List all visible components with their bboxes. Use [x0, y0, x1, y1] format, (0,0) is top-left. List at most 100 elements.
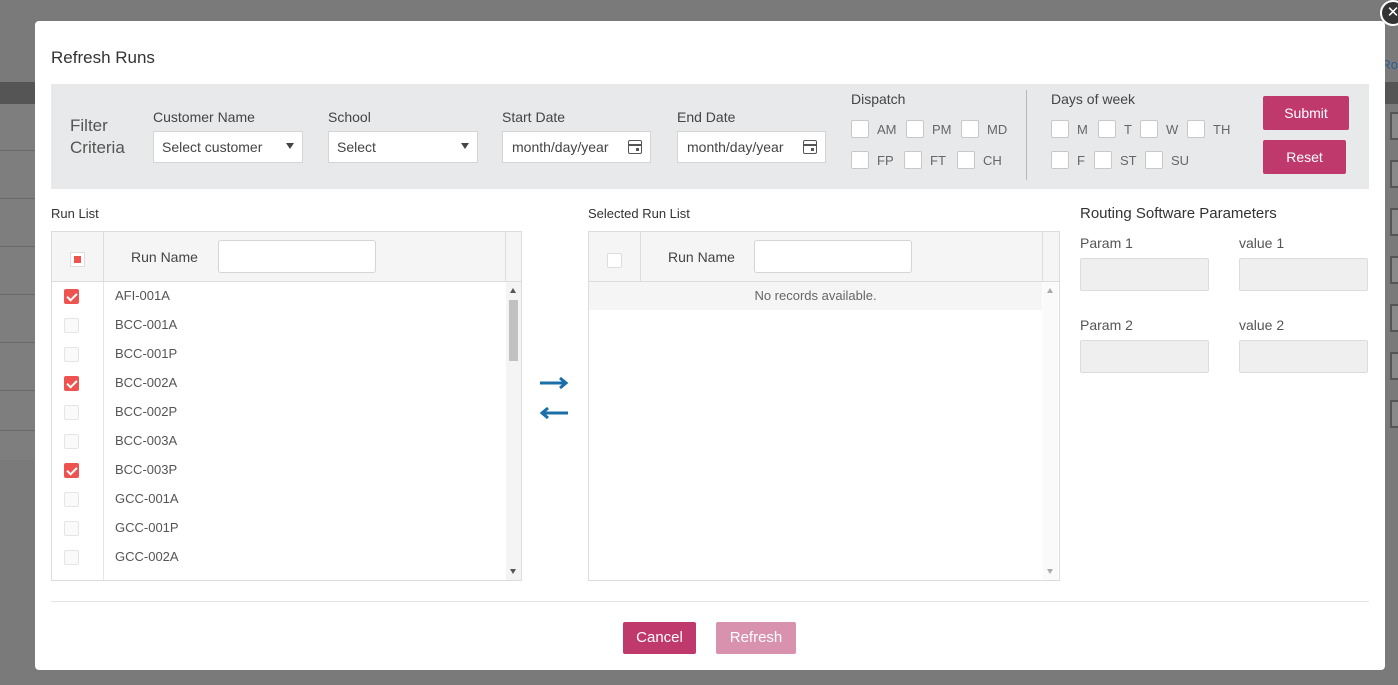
checkbox[interactable] [1051, 151, 1069, 169]
footer-divider [51, 601, 1369, 602]
checkbox[interactable] [1098, 120, 1116, 138]
partial-check-icon [74, 256, 81, 263]
background-row-button [1390, 304, 1398, 332]
start-date-placeholder: month/day/year [512, 139, 609, 155]
table-row[interactable]: BCC-001P [52, 340, 505, 369]
school-select[interactable]: Select [328, 131, 478, 163]
start-date-input[interactable]: month/day/year [502, 131, 651, 163]
selected-run-list-title: Selected Run List [588, 206, 690, 221]
table-row[interactable]: BCC-002P [52, 398, 505, 427]
table-row[interactable]: GCC-002A [52, 543, 505, 572]
dispatch-option-ft[interactable]: FT [904, 151, 946, 169]
day-option-f[interactable]: F [1051, 151, 1085, 169]
background-header-bar [0, 82, 40, 104]
row-checkbox[interactable] [64, 550, 79, 565]
scroll-down-icon[interactable] [1047, 569, 1053, 574]
reset-button[interactable]: Reset [1263, 140, 1346, 174]
row-checkbox[interactable] [64, 289, 79, 304]
submit-button[interactable]: Submit [1263, 96, 1349, 130]
cancel-button[interactable]: Cancel [623, 622, 696, 654]
value1-label: value 1 [1239, 235, 1285, 251]
row-checkbox[interactable] [64, 521, 79, 536]
background-table [0, 104, 36, 460]
refresh-button[interactable]: Refresh [716, 622, 796, 654]
checkbox[interactable] [1145, 151, 1163, 169]
scroll-thumb[interactable] [509, 300, 518, 361]
scroll-up-icon[interactable] [1047, 288, 1053, 293]
table-row[interactable]: BCC-003P [52, 456, 505, 485]
dispatch-option-ch[interactable]: CH [957, 151, 1002, 169]
table-row[interactable]: BCC-001A [52, 311, 505, 340]
dispatch-option-am[interactable]: AM [851, 120, 897, 138]
dispatch-label: Dispatch [851, 91, 906, 107]
selected-run-list-header: Run Name [589, 232, 1059, 282]
calendar-icon[interactable] [803, 140, 817, 154]
run-name-filter-input[interactable] [218, 240, 376, 273]
run-list-scrollbar[interactable] [506, 282, 521, 580]
day-option-m[interactable]: M [1051, 120, 1088, 138]
dispatch-option-label: FT [930, 152, 946, 168]
move-left-arrow-icon[interactable] [538, 406, 570, 420]
checkbox[interactable] [1187, 120, 1205, 138]
caret-down-icon [286, 143, 294, 149]
table-row[interactable]: GCC-001P [52, 514, 505, 543]
day-option-label: SU [1171, 152, 1190, 168]
day-option-t[interactable]: T [1098, 120, 1132, 138]
checkbox[interactable] [851, 151, 869, 169]
dispatch-option-fp[interactable]: FP [851, 151, 894, 169]
table-row[interactable]: BCC-003A [52, 427, 505, 456]
end-date-input[interactable]: month/day/year [677, 131, 826, 163]
day-option-w[interactable]: W [1140, 120, 1178, 138]
value1-field[interactable] [1239, 258, 1368, 291]
selected-run-list-scrollbar[interactable] [1043, 282, 1058, 580]
row-checkbox[interactable] [64, 347, 79, 362]
dispatch-option-pm[interactable]: PM [906, 120, 952, 138]
value2-field[interactable] [1239, 340, 1368, 373]
row-checkbox[interactable] [64, 434, 79, 449]
param1-field[interactable] [1080, 258, 1209, 291]
select-all-checkbox[interactable] [607, 253, 622, 268]
move-right-arrow-icon[interactable] [538, 376, 570, 390]
day-option-label: TH [1213, 121, 1231, 137]
start-date-label: Start Date [502, 109, 566, 125]
row-checkbox[interactable] [64, 492, 79, 507]
run-list-grid: Run Name AFI-001A BCC-001A BCC-001P BCC-002… [51, 231, 522, 581]
table-row[interactable]: GCC-001A [52, 485, 505, 514]
day-option-st[interactable]: ST [1094, 151, 1137, 169]
checkbox[interactable] [1140, 120, 1158, 138]
customer-select-value: Select customer [162, 139, 263, 155]
day-option-su[interactable]: SU [1145, 151, 1189, 169]
table-row[interactable]: BCC-002A [52, 369, 505, 398]
row-checkbox[interactable] [64, 463, 79, 478]
background-row-button [1390, 256, 1398, 284]
dialog-title: Refresh Runs [51, 48, 155, 67]
customer-select[interactable]: Select customer [153, 131, 303, 163]
scroll-down-icon[interactable] [510, 569, 516, 574]
day-option-label: ST [1120, 152, 1137, 168]
param1-label: Param 1 [1080, 235, 1133, 251]
checkbox[interactable] [1051, 120, 1069, 138]
run-name-cell: BCC-002P [115, 404, 178, 419]
param2-field[interactable] [1080, 340, 1209, 373]
select-all-checkbox[interactable] [70, 252, 85, 267]
table-row[interactable]: AFI-001A [52, 282, 505, 311]
run-name-cell: BCC-003A [115, 433, 178, 448]
scroll-up-icon[interactable] [510, 288, 516, 293]
row-checkbox[interactable] [64, 405, 79, 420]
background-row-button [1390, 160, 1398, 188]
checkbox[interactable] [961, 120, 979, 138]
day-option-th[interactable]: TH [1187, 120, 1230, 138]
calendar-icon[interactable] [628, 140, 642, 154]
checkbox[interactable] [851, 120, 869, 138]
checkbox[interactable] [1094, 151, 1112, 169]
run-name-header: Run Name [131, 249, 198, 265]
row-checkbox[interactable] [64, 376, 79, 391]
day-option-label: W [1166, 121, 1179, 137]
checkbox[interactable] [904, 151, 922, 169]
checkbox[interactable] [957, 151, 975, 169]
row-checkbox[interactable] [64, 318, 79, 333]
selected-run-list-grid: Run Name No records available. [588, 231, 1060, 581]
dispatch-option-md[interactable]: MD [961, 120, 1007, 138]
checkbox[interactable] [906, 120, 924, 138]
selected-run-name-filter-input[interactable] [754, 240, 912, 273]
